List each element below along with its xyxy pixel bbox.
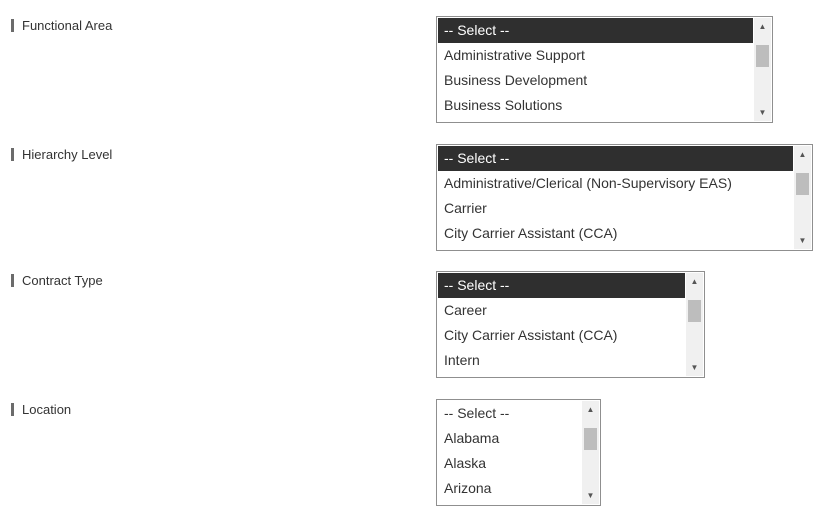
hierarchy-level-option-carrier[interactable]: Carrier [438,196,793,221]
contract-type-options: -- Select -- Career City Carrier Assista… [438,273,685,376]
scroll-down-arrow-icon[interactable]: ▼ [686,359,703,376]
contract-type-select[interactable]: -- Select -- Career City Carrier Assista… [436,271,705,378]
location-label: Location [11,402,71,417]
functional-area-option-select[interactable]: -- Select -- [438,18,753,43]
location-scroll-thumb[interactable] [584,428,597,450]
location-options: -- Select -- Alabama Alaska Arizona [438,401,581,504]
functional-area-options: -- Select -- Administrative Support Busi… [438,18,753,121]
hierarchy-level-option-administrative-clerical[interactable]: Administrative/Clerical (Non-Supervisory… [438,171,793,196]
scroll-up-arrow-icon[interactable]: ▲ [582,401,599,418]
scroll-down-arrow-icon[interactable]: ▼ [754,104,771,121]
hierarchy-level-scrollbar[interactable]: ▲ ▼ [794,146,811,249]
label-marker [11,403,14,416]
functional-area-label-text: Functional Area [22,18,113,33]
hierarchy-level-select[interactable]: -- Select -- Administrative/Clerical (No… [436,144,813,251]
scroll-down-arrow-icon[interactable]: ▼ [794,232,811,249]
location-scrollbar[interactable]: ▲ ▼ [582,401,599,504]
location-option-alabama[interactable]: Alabama [438,426,581,451]
hierarchy-level-scroll-thumb[interactable] [796,173,809,195]
contract-type-option-city-carrier-assistant[interactable]: City Carrier Assistant (CCA) [438,323,685,348]
functional-area-scrollbar[interactable]: ▲ ▼ [754,18,771,121]
functional-area-scroll-thumb[interactable] [756,45,769,67]
functional-area-option-business-development[interactable]: Business Development [438,68,753,93]
hierarchy-level-options: -- Select -- Administrative/Clerical (No… [438,146,793,249]
contract-type-option-career[interactable]: Career [438,298,685,323]
scroll-up-arrow-icon[interactable]: ▲ [794,146,811,163]
scroll-up-arrow-icon[interactable]: ▲ [686,273,703,290]
location-option-select[interactable]: -- Select -- [438,401,581,426]
contract-type-option-intern[interactable]: Intern [438,348,685,373]
contract-type-label: Contract Type [11,273,103,288]
label-marker [11,148,14,161]
functional-area-option-business-solutions[interactable]: Business Solutions [438,93,753,118]
hierarchy-level-option-city-carrier-assistant[interactable]: City Carrier Assistant (CCA) [438,221,793,246]
label-marker [11,19,14,32]
location-label-text: Location [22,402,72,417]
hierarchy-level-option-select[interactable]: -- Select -- [438,146,793,171]
location-option-arizona[interactable]: Arizona [438,476,581,501]
functional-area-select[interactable]: -- Select -- Administrative Support Busi… [436,16,773,123]
contract-type-scroll-thumb[interactable] [688,300,701,322]
contract-type-label-text: Contract Type [22,273,103,288]
contract-type-option-select[interactable]: -- Select -- [438,273,685,298]
location-select[interactable]: -- Select -- Alabama Alaska Arizona ▲ ▼ [436,399,601,506]
hierarchy-level-label: Hierarchy Level [11,147,112,162]
location-option-alaska[interactable]: Alaska [438,451,581,476]
scroll-up-arrow-icon[interactable]: ▲ [754,18,771,35]
contract-type-scrollbar[interactable]: ▲ ▼ [686,273,703,376]
scroll-down-arrow-icon[interactable]: ▼ [582,487,599,504]
hierarchy-level-label-text: Hierarchy Level [22,147,113,162]
functional-area-option-administrative-support[interactable]: Administrative Support [438,43,753,68]
label-marker [11,274,14,287]
functional-area-label: Functional Area [11,18,112,33]
